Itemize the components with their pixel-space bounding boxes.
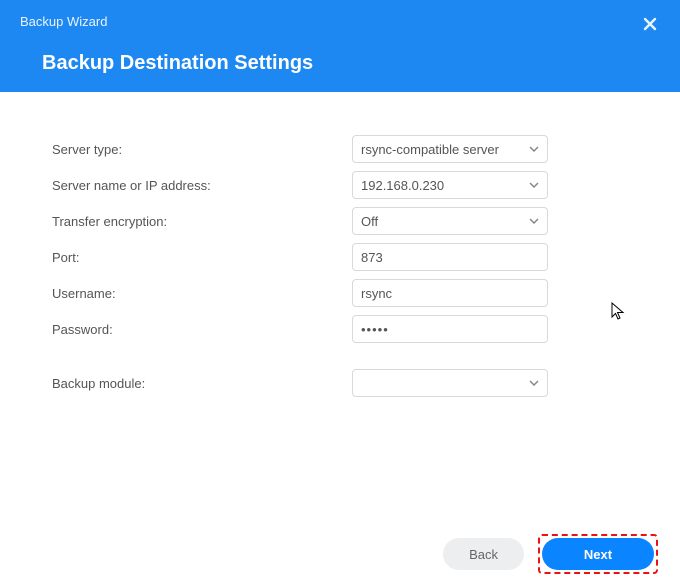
close-icon[interactable] xyxy=(638,12,662,36)
server-type-label: Server type: xyxy=(52,142,352,157)
chevron-down-icon xyxy=(529,380,539,386)
server-type-value: rsync-compatible server xyxy=(361,142,499,157)
password-input[interactable]: ••••• xyxy=(352,315,548,343)
wizard-title: Backup Wizard xyxy=(20,14,107,29)
username-label: Username: xyxy=(52,286,352,301)
password-label: Password: xyxy=(52,322,352,337)
next-button[interactable]: Next xyxy=(542,538,654,570)
port-field[interactable] xyxy=(361,250,539,265)
next-button-highlight: Next xyxy=(538,534,658,574)
server-type-select[interactable]: rsync-compatible server xyxy=(352,135,548,163)
transfer-encryption-select[interactable]: Off xyxy=(352,207,548,235)
backup-module-label: Backup module: xyxy=(52,376,352,391)
server-name-label: Server name or IP address: xyxy=(52,178,352,193)
chevron-down-icon xyxy=(529,146,539,152)
backup-module-select[interactable] xyxy=(352,369,548,397)
username-field[interactable] xyxy=(361,286,539,301)
page-title: Backup Destination Settings xyxy=(42,52,313,75)
username-input[interactable] xyxy=(352,279,548,307)
back-button[interactable]: Back xyxy=(443,538,524,570)
server-name-value: 192.168.0.230 xyxy=(361,178,444,193)
chevron-down-icon xyxy=(529,182,539,188)
transfer-encryption-value: Off xyxy=(361,214,378,229)
chevron-down-icon xyxy=(529,218,539,224)
server-name-select[interactable]: 192.168.0.230 xyxy=(352,171,548,199)
port-label: Port: xyxy=(52,250,352,265)
password-value: ••••• xyxy=(361,322,389,337)
port-input[interactable] xyxy=(352,243,548,271)
transfer-encryption-label: Transfer encryption: xyxy=(52,214,352,229)
